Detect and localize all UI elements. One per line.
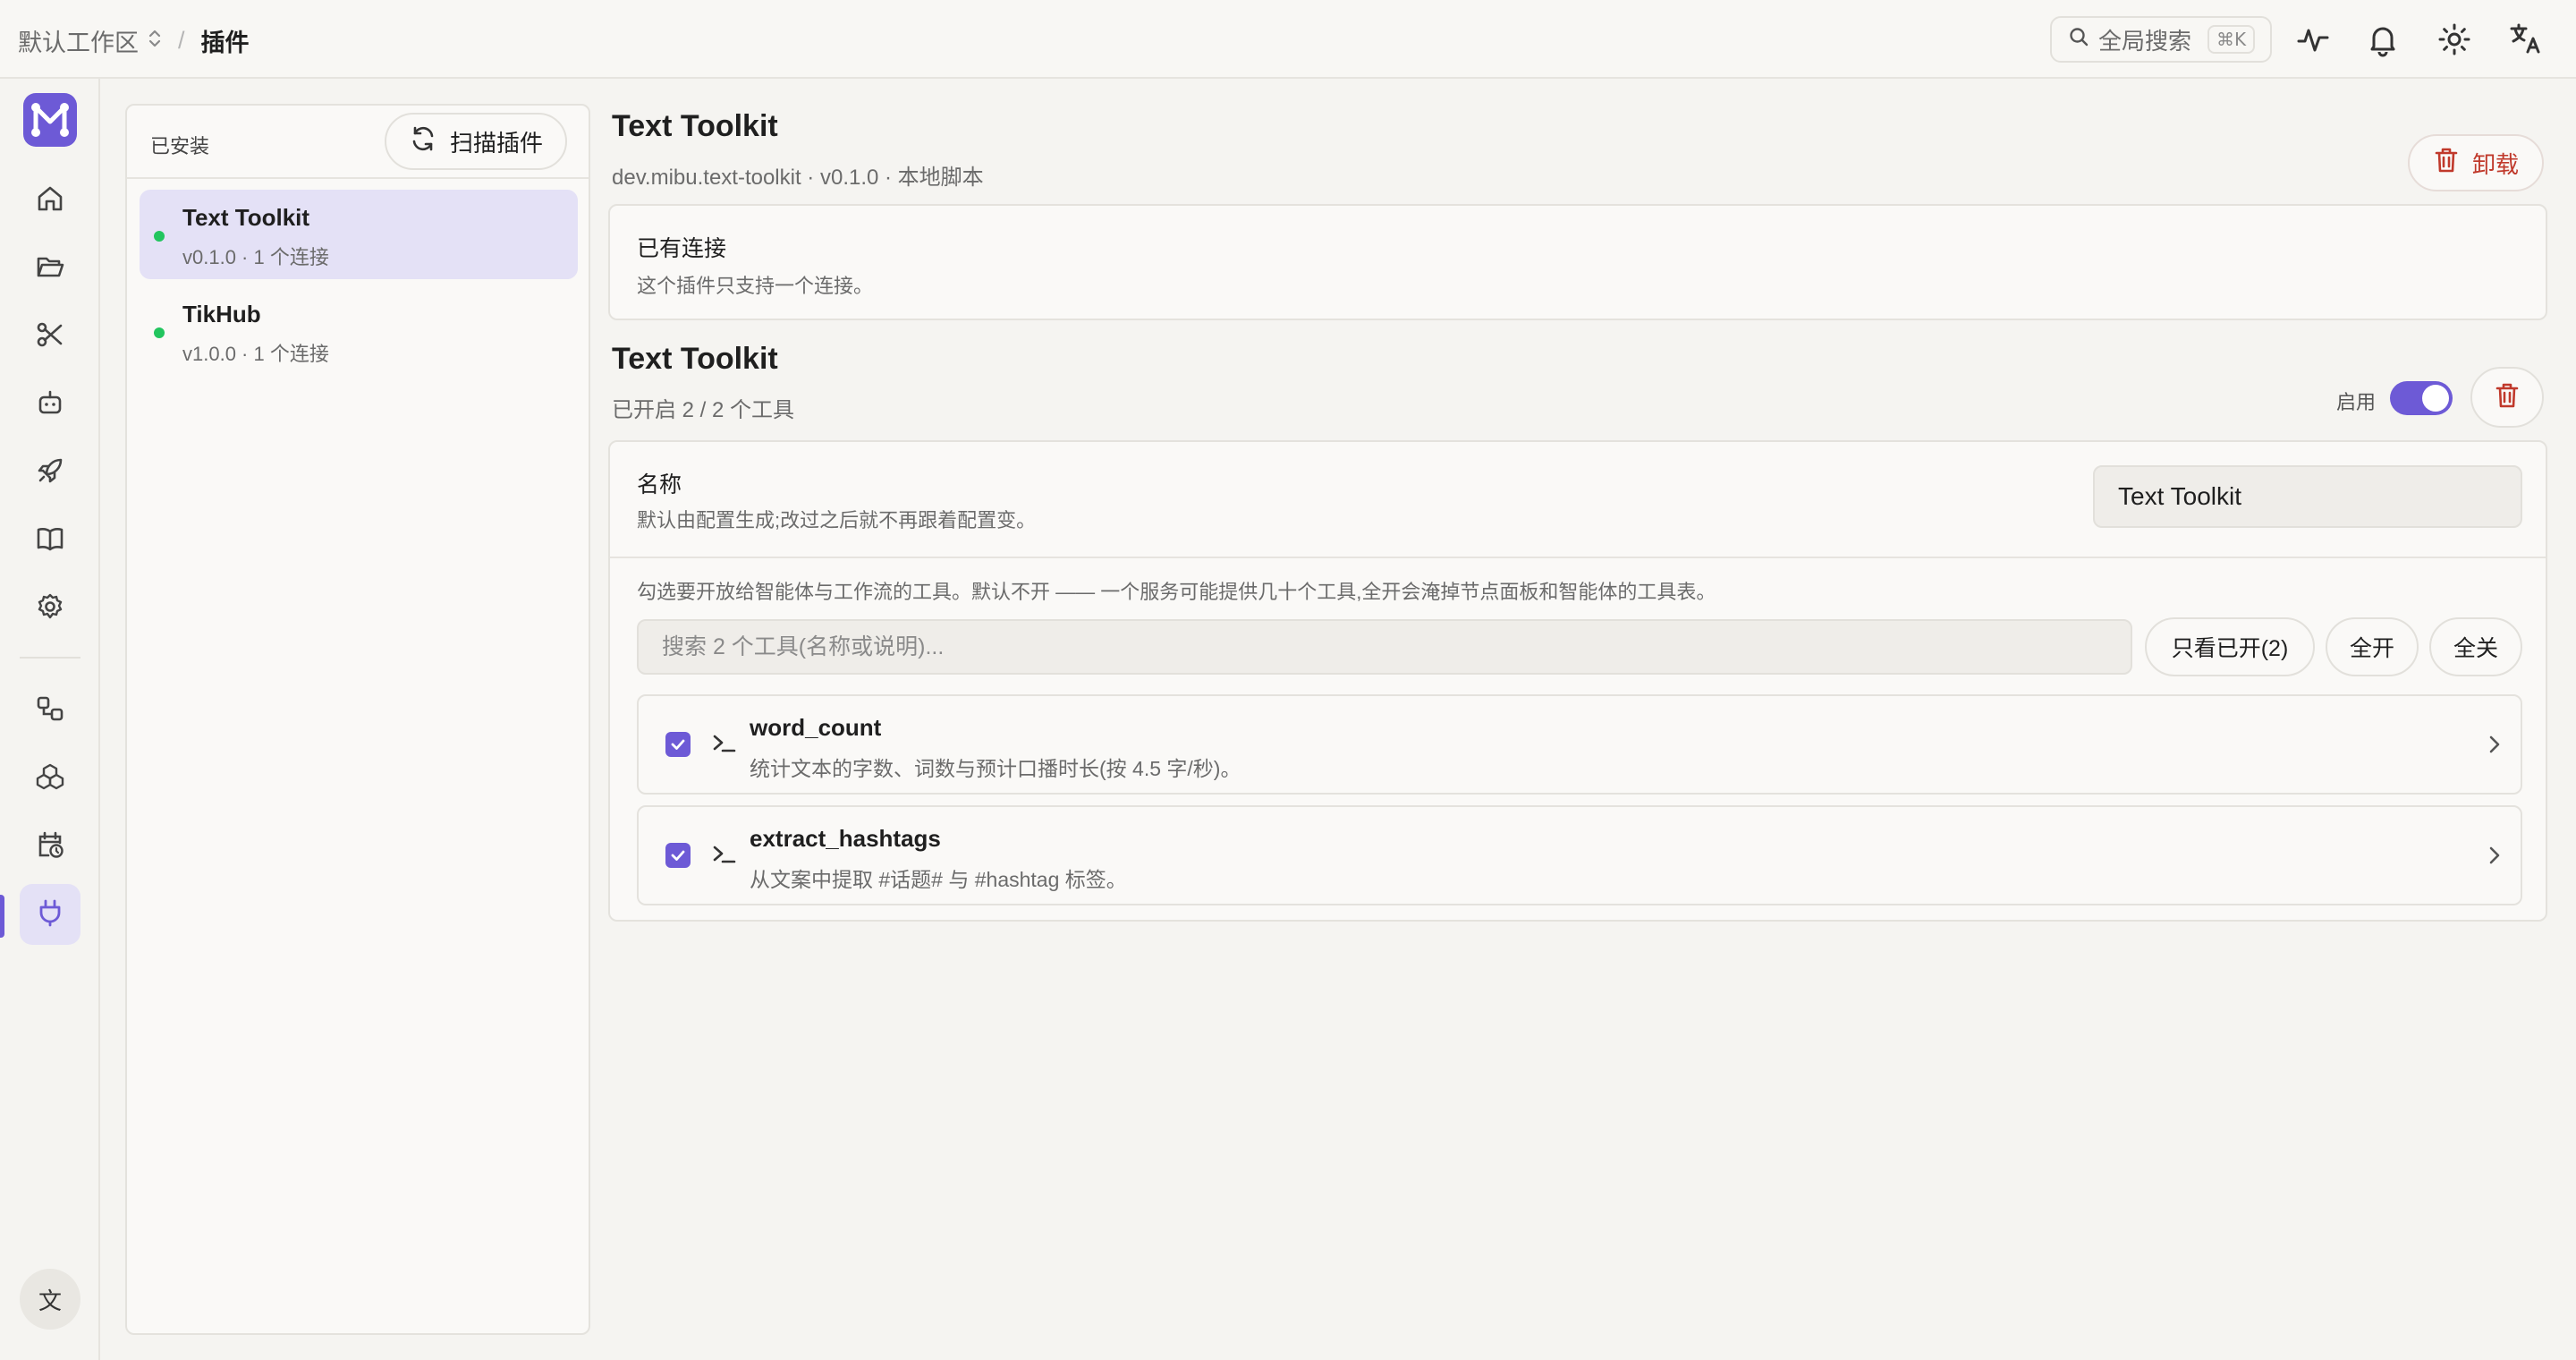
nav-agents[interactable] xyxy=(20,374,80,435)
plugin-list-header: 已安装 扫描插件 xyxy=(127,106,589,179)
nav-schedules[interactable] xyxy=(20,816,80,877)
tool-checkbox[interactable] xyxy=(665,843,691,868)
search-shortcut: ⌘K xyxy=(2207,25,2256,54)
search-icon xyxy=(2068,26,2089,54)
installed-title: 已安装 xyxy=(150,135,210,157)
plugin-subtitle: dev.mibu.text-toolkit · v0.1.0 · 本地脚本 xyxy=(612,166,984,190)
breadcrumb: 默认工作区 / 插件 xyxy=(18,23,250,58)
terminal-icon xyxy=(712,728,737,761)
chevron-right-icon[interactable] xyxy=(2485,732,2504,761)
name-field[interactable] xyxy=(2093,465,2522,528)
nav-plugins[interactable] xyxy=(20,884,80,945)
page-title: 插件 xyxy=(200,30,250,56)
gear-icon xyxy=(35,591,65,626)
plugin-meta: v0.1.0 · 1 个连接 xyxy=(182,246,329,268)
global-search-label: 全局搜索 xyxy=(2098,27,2192,55)
tool-row-word-count[interactable]: word_count 统计文本的字数、词数与预计口播时长(按 4.5 字/秒)。 xyxy=(637,694,2522,795)
plugin-item-text-toolkit[interactable]: Text Toolkit v0.1.0 · 1 个连接 xyxy=(140,190,578,279)
scan-plugins-button[interactable]: 扫描插件 xyxy=(385,113,567,170)
nav-files[interactable] xyxy=(20,238,80,299)
folder-open-icon xyxy=(35,251,65,286)
trash-icon xyxy=(2433,146,2460,181)
scan-plugins-label: 扫描插件 xyxy=(449,129,543,157)
nav-settings[interactable] xyxy=(20,578,80,639)
home-icon xyxy=(35,183,65,218)
nav-editor[interactable] xyxy=(20,306,80,367)
top-bar: 默认工作区 / 插件 全局搜索 ⌘K xyxy=(0,0,2576,79)
enable-all-button[interactable]: 全开 xyxy=(2326,617,2419,676)
connections-desc: 这个插件只支持一个连接。 xyxy=(637,275,874,297)
chevron-updown-icon[interactable] xyxy=(148,29,162,54)
tool-row-extract-hashtags[interactable]: extract_hashtags 从文案中提取 #话题# 与 #hashtag … xyxy=(637,805,2522,905)
refresh-icon xyxy=(409,124,437,159)
bot-icon xyxy=(35,387,65,422)
tool-name: word_count xyxy=(750,714,882,741)
plugin-name: Text Toolkit xyxy=(182,204,310,231)
nav-workflows[interactable] xyxy=(20,680,80,741)
nav-publish[interactable] xyxy=(20,442,80,503)
rocket-icon xyxy=(35,455,65,490)
terminal-icon xyxy=(712,839,737,872)
translate-icon[interactable] xyxy=(2508,21,2544,57)
connections-card: 已有连接 这个插件只支持一个连接。 xyxy=(608,204,2547,320)
chevron-right-icon[interactable] xyxy=(2485,843,2504,872)
tool-desc: 从文案中提取 #话题# 与 #hashtag 标签。 xyxy=(750,868,1127,891)
status-dot xyxy=(154,327,165,338)
tools-hint: 勾选要开放给智能体与工作流的工具。默认不开 —— 一个服务可能提供几十个工具,全… xyxy=(637,581,1716,603)
toggle-knob xyxy=(2422,385,2449,412)
name-label: 名称 xyxy=(637,472,682,497)
disable-all-button[interactable]: 全关 xyxy=(2429,617,2522,676)
nav-models[interactable] xyxy=(20,748,80,809)
plugin-meta: v1.0.0 · 1 个连接 xyxy=(182,343,329,365)
rail-divider xyxy=(20,657,80,659)
breadcrumb-separator: / xyxy=(178,27,185,54)
theme-sun-icon[interactable] xyxy=(2436,21,2472,57)
book-open-icon xyxy=(35,523,65,558)
connections-title: 已有连接 xyxy=(637,236,727,261)
boxes-icon xyxy=(35,761,65,796)
enable-label: 启用 xyxy=(2336,391,2377,413)
plugin-title: Text Toolkit xyxy=(612,109,778,143)
app-logo[interactable] xyxy=(23,93,77,147)
tool-checkbox[interactable] xyxy=(665,732,691,757)
workflow-icon xyxy=(35,693,65,728)
activity-icon[interactable] xyxy=(2295,21,2331,57)
nav-docs[interactable] xyxy=(20,510,80,571)
connection-summary: 已开启 2 / 2 个工具 xyxy=(612,398,795,422)
bell-icon[interactable] xyxy=(2365,21,2401,57)
workspace-switcher[interactable]: 默认工作区 xyxy=(18,23,139,58)
connection-config-card: 名称 默认由配置生成;改过之后就不再跟着配置变。 勾选要开放给智能体与工作流的工… xyxy=(608,440,2547,922)
language-button[interactable]: 文 xyxy=(20,1269,80,1330)
plugin-name: TikHub xyxy=(182,301,261,327)
name-desc: 默认由配置生成;改过之后就不再跟着配置变。 xyxy=(637,509,1037,531)
show-enabled-button[interactable]: 只看已开(2) xyxy=(2145,617,2315,676)
active-nav-indicator xyxy=(0,895,4,938)
plugin-list-panel: 已安装 扫描插件 Text Toolkit v0.1.0 · 1 个连接 Tik… xyxy=(125,104,590,1335)
nav-home[interactable] xyxy=(20,170,80,231)
plug-icon xyxy=(35,897,65,932)
connection-title: Text Toolkit xyxy=(612,342,778,376)
uninstall-button[interactable]: 卸载 xyxy=(2408,134,2544,191)
trash-icon xyxy=(2494,381,2521,414)
global-search-button[interactable]: 全局搜索 ⌘K xyxy=(2050,16,2272,63)
scissors-icon xyxy=(35,319,65,354)
plugin-item-tikhub[interactable]: TikHub v1.0.0 · 1 个连接 xyxy=(140,286,578,376)
status-dot xyxy=(154,231,165,242)
delete-connection-button[interactable] xyxy=(2470,367,2544,428)
enable-toggle[interactable] xyxy=(2390,381,2453,415)
calendar-clock-icon xyxy=(35,829,65,864)
tool-search-input[interactable] xyxy=(637,619,2132,675)
uninstall-label: 卸载 xyxy=(2471,150,2519,178)
card-divider xyxy=(610,557,2546,558)
tool-name: extract_hashtags xyxy=(750,825,941,852)
tool-desc: 统计文本的字数、词数与预计口播时长(按 4.5 字/秒)。 xyxy=(750,757,1241,780)
